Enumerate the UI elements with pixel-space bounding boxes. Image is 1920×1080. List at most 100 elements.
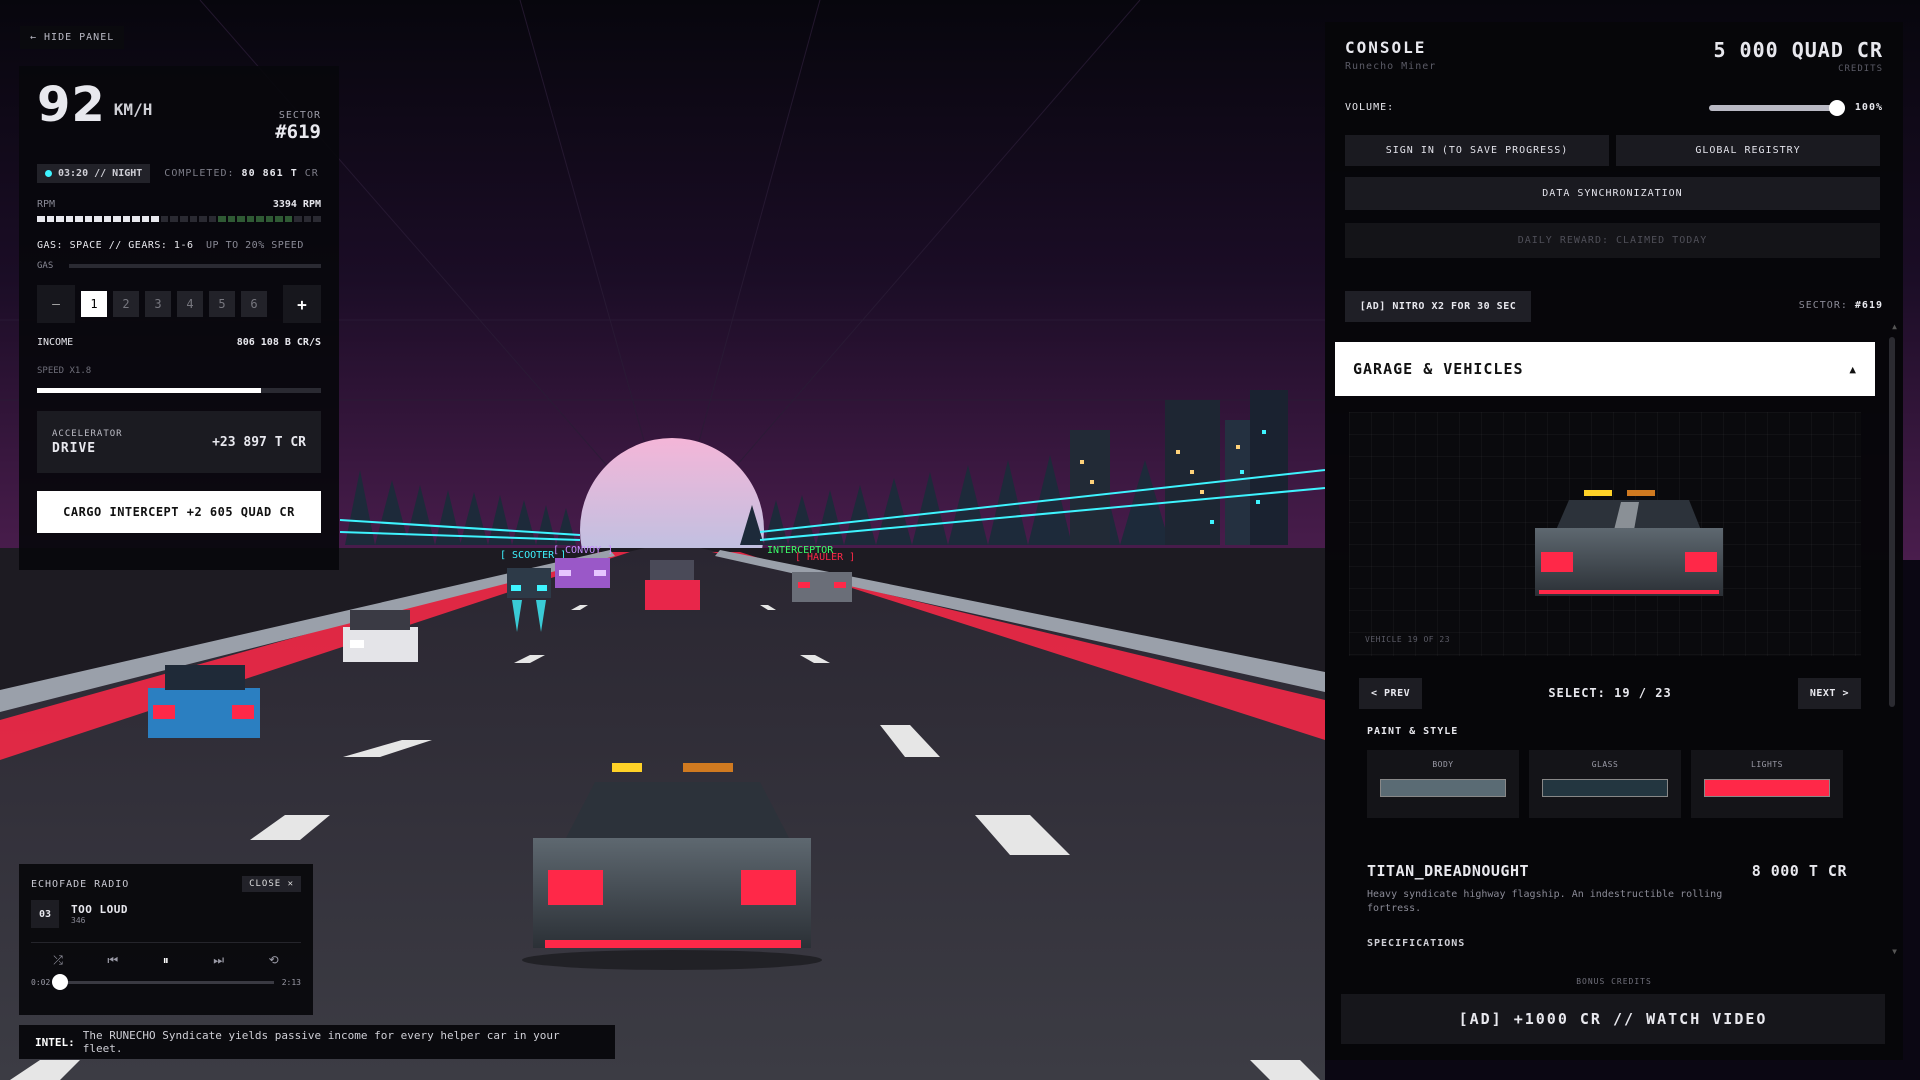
paint-swatches: BODY GLASS LIGHTS	[1367, 750, 1843, 818]
hide-panel-button[interactable]: ← HIDE PANEL	[20, 26, 125, 49]
gear-5[interactable]: 5	[209, 291, 235, 317]
next-track-icon[interactable]: ⏭	[213, 953, 224, 968]
speed-progress-bar	[37, 388, 321, 393]
rpm-label: RPM	[37, 199, 56, 210]
time-current: 0:02	[31, 978, 51, 987]
gas-label: GAS	[37, 261, 54, 271]
building	[1250, 390, 1288, 545]
gear-2[interactable]: 2	[113, 291, 139, 317]
track-subtitle: 346	[71, 916, 86, 925]
credits-value: 5 000 QUAD CR	[1713, 38, 1883, 62]
rpm-segment	[75, 216, 83, 222]
volume-handle[interactable]	[1828, 99, 1845, 116]
completed-value: 80 861 T	[241, 168, 298, 179]
rpm-segment	[189, 216, 198, 222]
global-registry-button[interactable]: GLOBAL REGISTRY	[1616, 135, 1880, 166]
collapse-icon[interactable]: ▲	[1849, 363, 1857, 376]
glass-color-swatch[interactable]	[1542, 779, 1668, 797]
car-red	[645, 560, 700, 610]
rpm-segment	[37, 216, 45, 222]
swatch-body[interactable]: BODY	[1367, 750, 1519, 818]
gear-up-button[interactable]: +	[283, 285, 321, 323]
swatch-label: BODY	[1432, 760, 1454, 769]
car-white	[343, 610, 418, 662]
rpm-segment	[160, 216, 169, 222]
sign-in-button[interactable]: SIGN IN (TO SAVE PROGRESS)	[1345, 135, 1609, 166]
volume-fill	[1708, 104, 1837, 111]
console-sector-label: SECTOR:	[1798, 300, 1848, 311]
swatch-glass[interactable]: GLASS	[1529, 750, 1681, 818]
radio-player: ECHOFADE RADIO CLOSE ✕ 03 TOO LOUD 346 ⤮…	[19, 864, 313, 1015]
lights-color-swatch[interactable]	[1704, 779, 1830, 797]
rpm-segment	[313, 216, 321, 222]
rpm-segment	[151, 216, 159, 222]
console-sector-value: #619	[1854, 300, 1883, 311]
rpm-segment	[256, 216, 264, 222]
gear-3[interactable]: 3	[145, 291, 171, 317]
pause-icon[interactable]: ⏸	[163, 953, 169, 968]
time-of-day: 03:20 // NIGHT	[58, 168, 143, 179]
intel-ticker: INTEL: The RUNECHO Syndicate yields pass…	[19, 1025, 615, 1059]
rpm-segment	[237, 216, 245, 222]
rpm-segment	[103, 216, 112, 222]
rpm-value: 3394 RPM	[272, 199, 321, 210]
volume-slider[interactable]	[1708, 99, 1845, 116]
income-label: INCOME	[37, 337, 74, 348]
specifications-toggle[interactable]: SPECIFICATIONS	[1367, 938, 1465, 949]
gas-hint: UP TO 20% SPEED	[206, 240, 304, 251]
next-vehicle-button[interactable]: NEXT >	[1797, 677, 1861, 709]
gear-4[interactable]: 4	[177, 291, 203, 317]
completed-stat: COMPLETED: 80 861 T CR	[164, 168, 319, 179]
gear-1[interactable]: 1	[81, 291, 107, 317]
rpm-segment	[46, 216, 55, 222]
rpm-bar	[37, 216, 321, 222]
rpm-segment	[284, 216, 293, 222]
vehicle-description: Heavy syndicate highway flagship. An ind…	[1367, 889, 1723, 914]
scroll-up-icon[interactable]: ▲	[1892, 322, 1897, 331]
data-sync-button[interactable]: DATA SYNCHRONIZATION	[1345, 177, 1880, 210]
building	[1070, 430, 1110, 545]
speed-multiplier: SPEED X1.8	[37, 366, 92, 376]
gear-down-button[interactable]: –	[37, 285, 75, 323]
income-value: 806 108 B CR/S	[236, 337, 321, 348]
prev-vehicle-button[interactable]: < PREV	[1359, 677, 1423, 709]
sector-label: SECTOR	[278, 110, 321, 121]
rpm-segment	[122, 216, 131, 222]
gear-6[interactable]: 6	[241, 291, 267, 317]
accelerator-mode: DRIVE	[52, 440, 97, 456]
shuffle-icon[interactable]: ⤮	[53, 953, 63, 968]
sector-value: #619	[275, 121, 321, 143]
gas-meter	[69, 264, 321, 268]
rpm-segment	[218, 216, 226, 222]
seek-bar[interactable]	[52, 974, 274, 990]
speed-progress-fill	[37, 388, 262, 393]
console-scrollbar[interactable]	[1889, 337, 1895, 707]
rpm-segment	[275, 216, 283, 222]
rpm-segment	[113, 216, 121, 222]
label-interceptor: INTERCEPTOR	[767, 545, 834, 556]
track-title: TOO LOUD	[71, 903, 128, 916]
nitro-ad-button[interactable]: [AD] NITRO X2 FOR 30 SEC	[1345, 291, 1531, 322]
vehicle-count: VEHICLE 19 OF 23	[1365, 635, 1451, 644]
car-convoy	[555, 558, 610, 588]
previous-track-icon[interactable]: ⏮	[107, 953, 118, 968]
repeat-icon[interactable]: ⟲	[269, 953, 279, 968]
radio-title: ECHOFADE RADIO	[31, 878, 130, 890]
swatch-lights[interactable]: LIGHTS	[1691, 750, 1843, 818]
garage-header[interactable]: GARAGE & VEHICLES ▲	[1335, 342, 1875, 396]
now-playing: 03 TOO LOUD 346	[31, 900, 301, 928]
scroll-down-icon[interactable]: ▼	[1892, 947, 1897, 956]
dashboard-panel: 92 KM/H SECTOR #619 03:20 // NIGHT COMPLE…	[19, 66, 339, 570]
watch-video-button[interactable]: [AD] +1000 CR // WATCH VIDEO	[1341, 994, 1885, 1044]
intel-text: The RUNECHO Syndicate yields passive inc…	[82, 1029, 560, 1055]
cargo-intercept-button[interactable]: CARGO INTERCEPT +2 605 QUAD CR	[37, 491, 321, 533]
seek-handle[interactable]	[52, 974, 69, 990]
radio-close-button[interactable]: CLOSE ✕	[242, 876, 301, 892]
body-color-swatch[interactable]	[1380, 779, 1506, 797]
gas-info: GAS: SPACE // GEARS: 1-6	[37, 240, 194, 251]
paint-style-title: PAINT & STYLE	[1367, 726, 1459, 737]
console-sector: SECTOR: #619	[1799, 300, 1883, 311]
bonus-credits-label: BONUS CREDITS	[1576, 977, 1652, 986]
accelerator-value: +23 897 T CR	[212, 434, 306, 450]
accelerator-button[interactable]: ACCELERATOR DRIVE +23 897 T CR	[37, 411, 321, 473]
